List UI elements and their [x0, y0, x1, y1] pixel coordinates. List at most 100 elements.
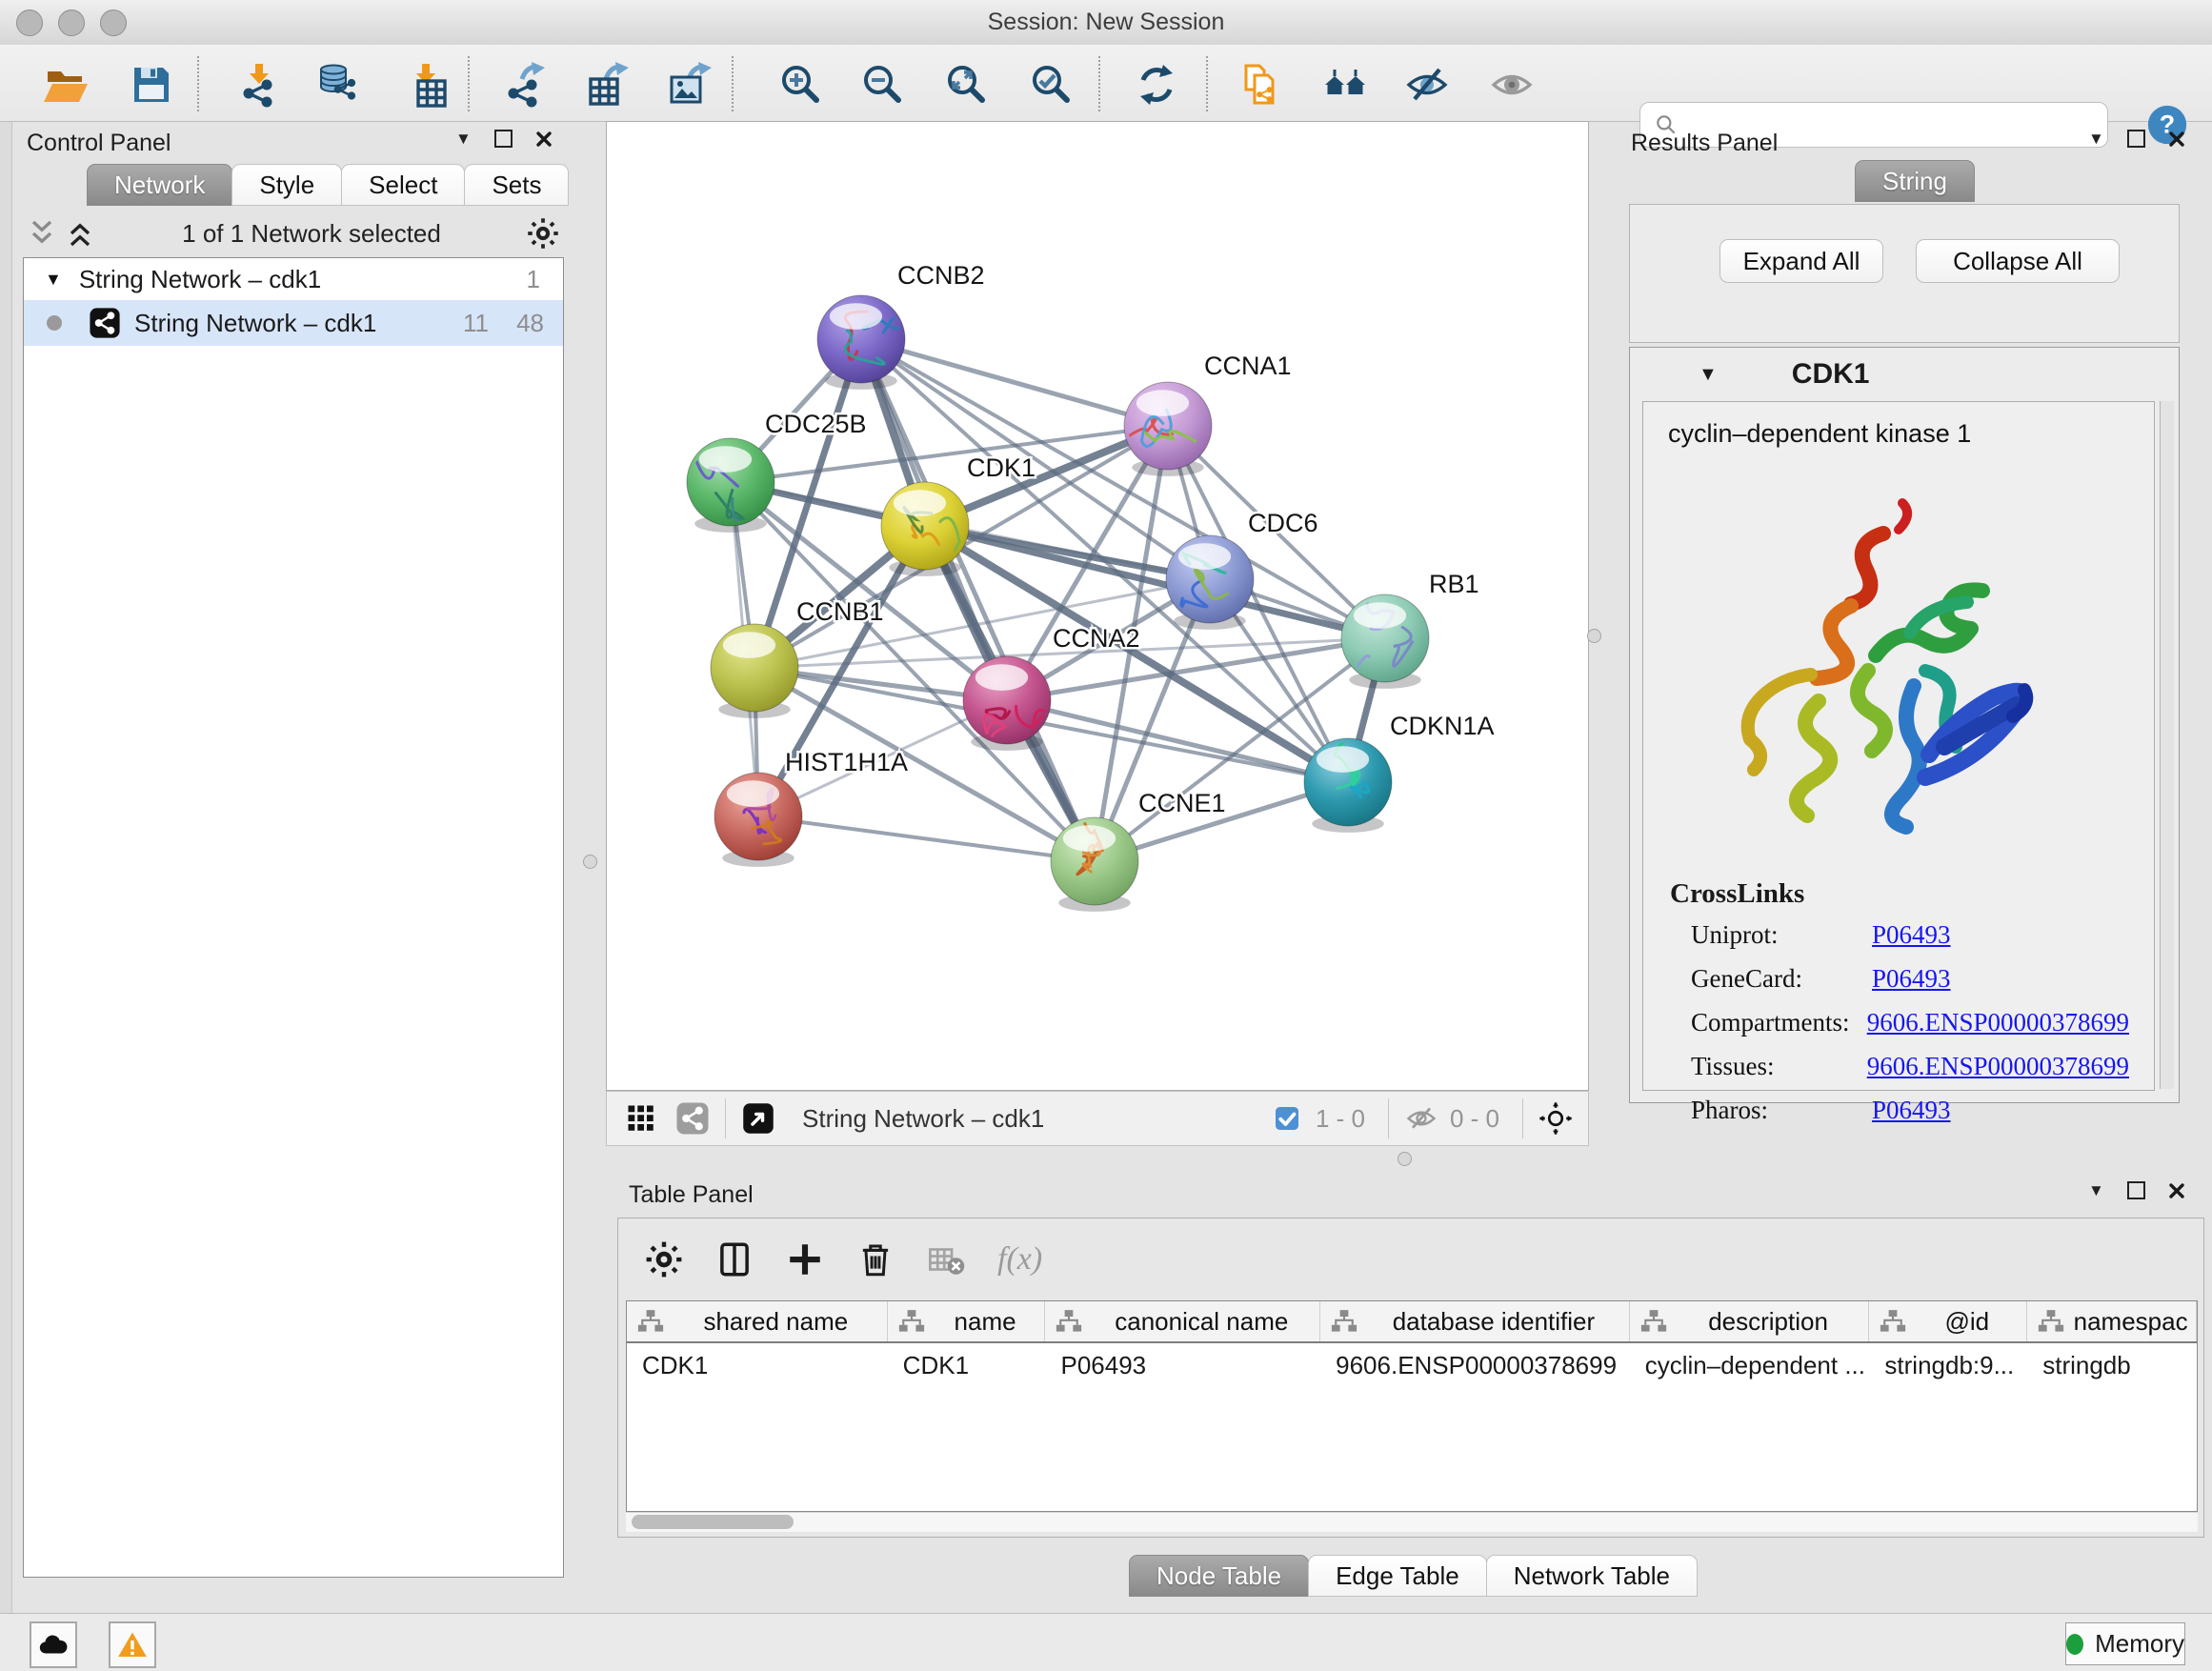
- column-header-shared-name[interactable]: shared name: [627, 1301, 888, 1341]
- panel-float-icon[interactable]: [2127, 1181, 2145, 1199]
- collapse-all-tree-icon[interactable]: [23, 214, 61, 252]
- first-neighbors-icon[interactable]: [1321, 61, 1369, 109]
- panel-close-icon[interactable]: [2168, 1182, 2185, 1199]
- crosslink-label: GeneCard:: [1691, 964, 1872, 1008]
- network-node-CCNA2[interactable]: CCNA2: [963, 624, 1140, 751]
- splitter-handle[interactable]: [583, 855, 597, 869]
- refresh-icon[interactable]: [1133, 61, 1180, 109]
- panel-float-icon[interactable]: [2127, 130, 2145, 148]
- expand-all-tree-icon[interactable]: [61, 214, 99, 252]
- import-database-icon[interactable]: [314, 61, 362, 109]
- panel-close-icon[interactable]: [2168, 131, 2185, 148]
- crosslink-link[interactable]: P06493: [1872, 964, 1951, 1008]
- network-node-CCNB2[interactable]: CCNB2: [817, 261, 985, 390]
- table-options-gear-icon[interactable]: [639, 1235, 689, 1284]
- network-label: String Network – cdk1: [134, 309, 376, 338]
- table-cell[interactable]: stringdb: [2027, 1343, 2197, 1387]
- tab-string[interactable]: String: [1855, 160, 1975, 202]
- memory-button[interactable]: Memory: [2065, 1622, 2185, 1665]
- node-table-header: shared namenamecanonical namedatabase id…: [627, 1301, 2197, 1343]
- network-node-CCNE1[interactable]: CCNE1: [1051, 789, 1226, 912]
- zoom-selected-icon[interactable]: [1028, 61, 1076, 109]
- node-label: CDC6: [1248, 509, 1318, 537]
- table-cell[interactable]: stringdb:9...: [1869, 1343, 2027, 1387]
- crosslink-link[interactable]: 9606.ENSP00000378699: [1867, 1008, 2129, 1052]
- network-row[interactable]: String Network – cdk1 11 48: [24, 300, 563, 346]
- scrollbar-thumb[interactable]: [632, 1515, 794, 1529]
- network-node-CCNB1[interactable]: CCNB1: [711, 597, 884, 718]
- crosslink-link[interactable]: 9606.ENSP00000378699: [1867, 1052, 2129, 1096]
- network-collection-row[interactable]: ▼ String Network – cdk1 1: [24, 258, 563, 300]
- table-cell[interactable]: cyclin–dependent ...: [1630, 1343, 1870, 1387]
- table-row[interactable]: CDK1CDK1P064939606.ENSP00000378699cyclin…: [627, 1343, 2197, 1387]
- collection-expand-icon[interactable]: ▼: [45, 270, 62, 290]
- network-node-CCNA1[interactable]: CCNA1: [1124, 352, 1292, 476]
- collapse-all-button[interactable]: Collapse All: [1916, 239, 2120, 283]
- duplicate-network-icon[interactable]: [1237, 61, 1284, 109]
- crosslink-link[interactable]: P06493: [1872, 1096, 1951, 1139]
- open-session-icon[interactable]: [42, 61, 90, 109]
- export-network-icon[interactable]: [500, 61, 548, 109]
- tab-sets[interactable]: Sets: [464, 164, 569, 206]
- node-section-header[interactable]: ▼ CDK1: [1630, 348, 2179, 401]
- table-cell[interactable]: CDK1: [627, 1343, 888, 1387]
- panel-menu-icon[interactable]: ▼: [2088, 131, 2104, 147]
- network-node-HIST1H1A[interactable]: HIST1H1A: [714, 748, 908, 867]
- column-header-namespac[interactable]: namespac: [2027, 1301, 2197, 1341]
- fit-content-crosshair-icon[interactable]: [1537, 1099, 1575, 1137]
- hide-selected-icon[interactable]: [1403, 61, 1451, 109]
- show-all-icon[interactable]: [1488, 61, 1536, 109]
- zoom-out-icon[interactable]: [859, 61, 907, 109]
- zoom-fit-icon[interactable]: [943, 61, 991, 109]
- splitter-handle[interactable]: [1587, 629, 1601, 643]
- panel-float-icon[interactable]: [494, 130, 513, 148]
- column-header-canonical-name[interactable]: canonical name: [1045, 1301, 1320, 1341]
- network-node-RB1[interactable]: RB1: [1335, 570, 1478, 701]
- zoom-in-icon[interactable]: [777, 61, 825, 109]
- table-cell[interactable]: 9606.ENSP00000378699: [1320, 1343, 1630, 1387]
- tab-edge-table[interactable]: Edge Table: [1308, 1555, 1487, 1597]
- tab-network[interactable]: Network: [87, 164, 232, 206]
- results-scrollbar[interactable]: [2160, 401, 2174, 1089]
- delete-column-trash-icon[interactable]: [851, 1235, 900, 1284]
- hidden-eye-icon[interactable]: [1402, 1099, 1440, 1137]
- show-columns-icon[interactable]: [710, 1235, 759, 1284]
- panel-menu-icon[interactable]: ▼: [2088, 1182, 2104, 1198]
- column-header-name[interactable]: name: [888, 1301, 1046, 1341]
- expand-all-button[interactable]: Expand All: [1719, 239, 1883, 283]
- table-horizontal-scrollbar[interactable]: [626, 1512, 2198, 1532]
- import-network-icon[interactable]: [235, 61, 283, 109]
- save-session-icon[interactable]: [128, 61, 175, 109]
- create-column-plus-icon[interactable]: [780, 1235, 830, 1284]
- node-section-title: CDK1: [1792, 358, 1870, 391]
- warning-status-button[interactable]: [109, 1621, 156, 1668]
- function-builder-icon[interactable]: f(x): [997, 1241, 1042, 1278]
- export-image-icon[interactable]: [667, 61, 714, 109]
- crosslink-link[interactable]: P06493: [1872, 920, 1951, 964]
- table-cell[interactable]: CDK1: [888, 1343, 1046, 1387]
- cloud-status-button[interactable]: [30, 1621, 77, 1668]
- import-table-icon[interactable]: [402, 61, 450, 109]
- delete-table-icon[interactable]: [921, 1235, 971, 1284]
- tab-network-table[interactable]: Network Table: [1486, 1555, 1698, 1597]
- column-header-@id[interactable]: @id: [1869, 1301, 2027, 1341]
- birds-eye-view-icon[interactable]: [739, 1099, 777, 1137]
- tab-style[interactable]: Style: [231, 164, 342, 206]
- selected-checkbox-icon[interactable]: [1268, 1099, 1306, 1137]
- table-cell[interactable]: P06493: [1045, 1343, 1320, 1387]
- section-collapse-icon[interactable]: ▼: [1699, 364, 1718, 386]
- network-options-gear-icon[interactable]: [524, 214, 562, 252]
- string-network-badge-icon[interactable]: [674, 1099, 712, 1137]
- splitter-handle[interactable]: [1398, 1152, 1412, 1166]
- column-header-description[interactable]: description: [1630, 1301, 1870, 1341]
- tab-node-table[interactable]: Node Table: [1129, 1555, 1309, 1597]
- network-list: ▼ String Network – cdk1 1 String Network…: [23, 257, 564, 1578]
- panel-close-icon[interactable]: [535, 131, 553, 148]
- panel-menu-icon[interactable]: ▼: [455, 131, 472, 147]
- network-node-CDKN1A[interactable]: CDKN1A: [1304, 712, 1495, 833]
- grid-view-icon[interactable]: [622, 1099, 660, 1137]
- network-canvas[interactable]: CCNB2 CCNA1 CDC25B CDK1 CDC6 RB1 CCNB1: [606, 121, 1589, 1091]
- tab-select[interactable]: Select: [341, 164, 465, 206]
- export-table-icon[interactable]: [584, 61, 632, 109]
- column-header-database-identifier[interactable]: database identifier: [1320, 1301, 1630, 1341]
